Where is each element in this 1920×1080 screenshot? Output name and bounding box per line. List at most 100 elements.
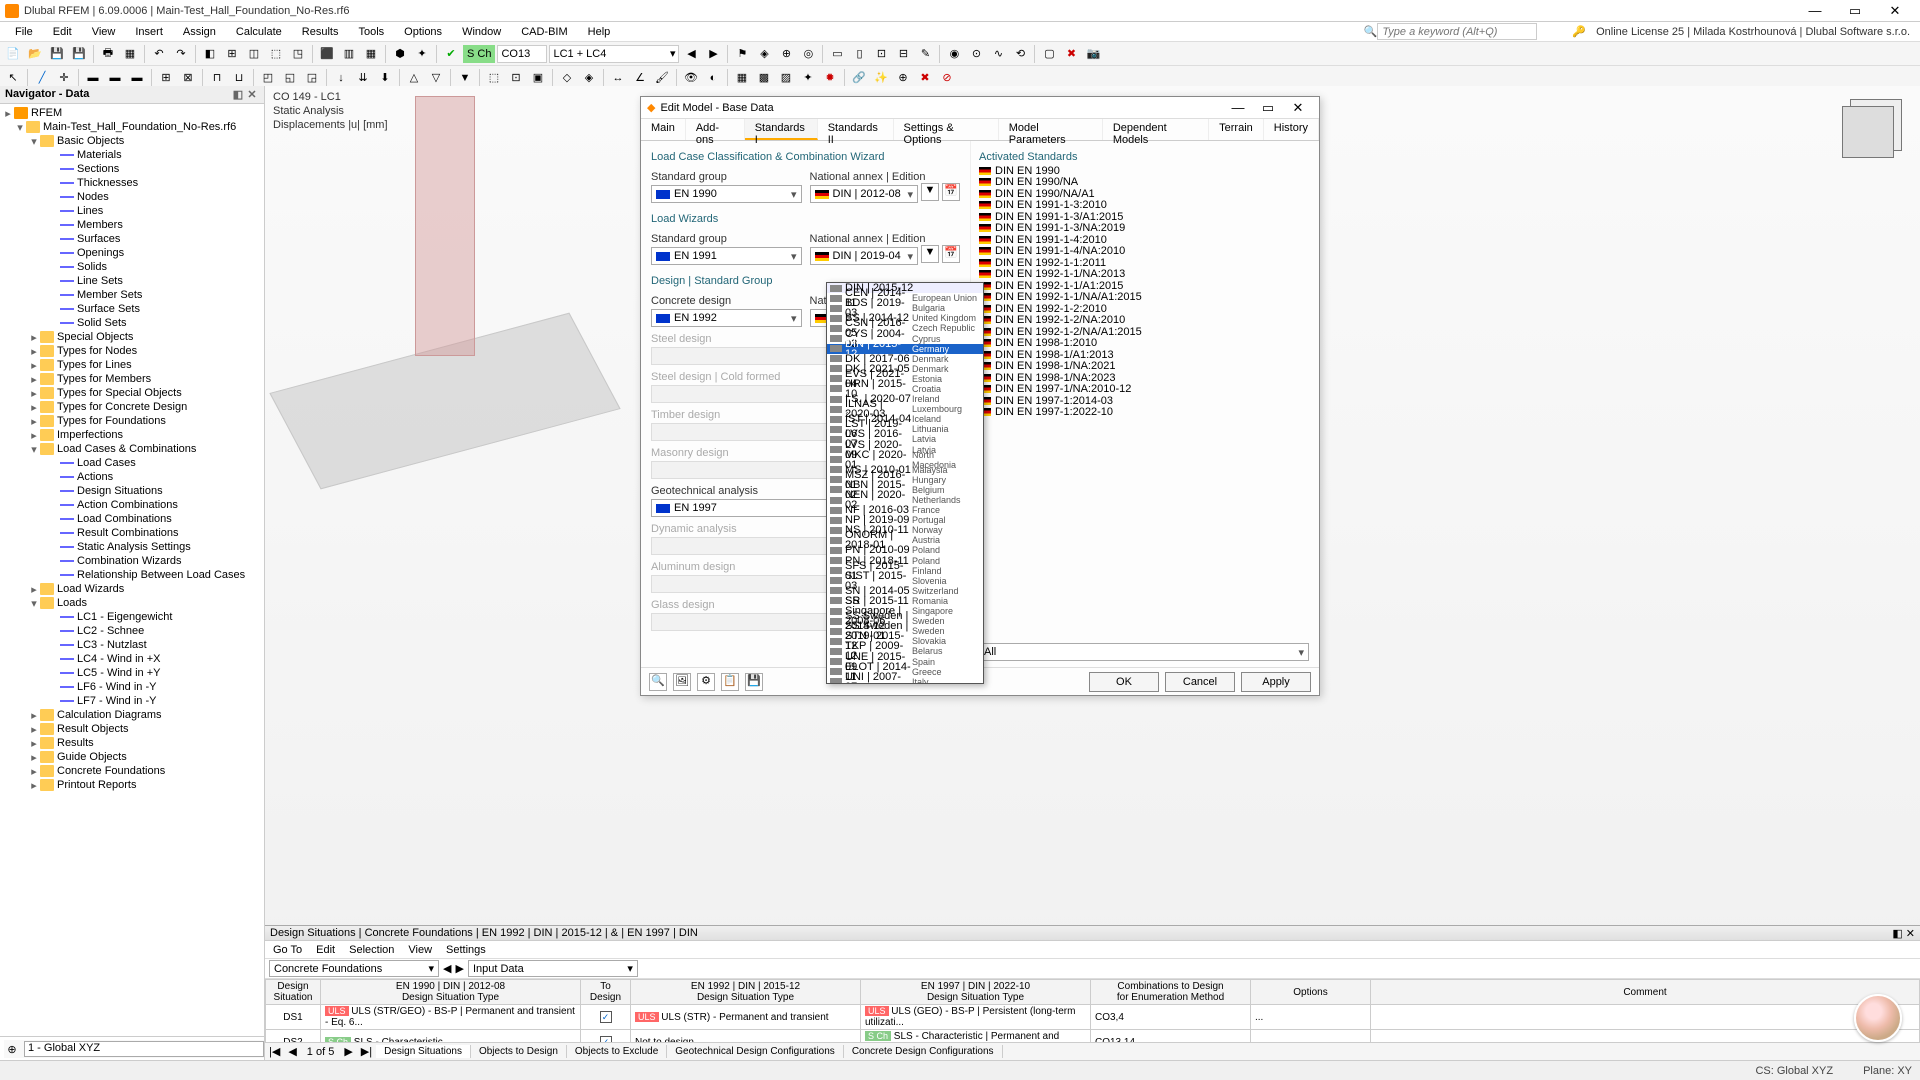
misc1-icon[interactable]: △	[404, 68, 424, 88]
line-icon[interactable]: ╱	[32, 68, 52, 88]
tree-item[interactable]: ▸Special Objects	[0, 330, 264, 344]
combo-sg1[interactable]: EN 1990▾	[651, 185, 802, 203]
tb-k[interactable]: ◈	[754, 44, 774, 64]
menu-insert[interactable]: Insert	[125, 24, 173, 40]
table-icon[interactable]: ▦	[120, 44, 140, 64]
combo-an2[interactable]: DIN | 2019-04▾	[810, 247, 919, 265]
keyword-search[interactable]	[1377, 23, 1537, 40]
bp-prev-icon[interactable]: ◀	[443, 962, 451, 975]
menu-cadbim[interactable]: CAD-BIM	[511, 24, 577, 40]
dlg-min-icon[interactable]: —	[1223, 100, 1253, 115]
tree-item[interactable]: Solid Sets	[0, 316, 264, 330]
tree-item[interactable]: Nodes	[0, 190, 264, 204]
dlg-max-icon[interactable]: ▭	[1253, 100, 1283, 116]
bp-set[interactable]: Settings	[446, 944, 486, 956]
redo-icon[interactable]: ↷	[171, 44, 191, 64]
combo-an1[interactable]: DIN | 2012-08▾	[810, 185, 919, 203]
tree-item[interactable]: LF7 - Wind in -Y	[0, 694, 264, 708]
annex-option[interactable]: UNI | 2007-07Italy	[827, 677, 983, 684]
snap-icon[interactable]: ✛	[54, 68, 74, 88]
menu-view[interactable]: View	[82, 24, 126, 40]
camera-icon[interactable]: 📷	[1083, 44, 1103, 64]
tree-item[interactable]: Load Combinations	[0, 512, 264, 526]
tb-o[interactable]: ▯	[849, 44, 869, 64]
tree-item[interactable]: ▾Main-Test_Hall_Foundation_No-Res.rf6	[0, 120, 264, 134]
nav-pin-icon[interactable]: ◧	[231, 88, 245, 101]
sec2-icon[interactable]: ⊔	[229, 68, 249, 88]
extra1-icon[interactable]: ◇	[557, 68, 577, 88]
tree-item[interactable]: Openings	[0, 246, 264, 260]
undo-icon[interactable]: ↶	[149, 44, 169, 64]
tb-e[interactable]: ◳	[288, 44, 308, 64]
load2-icon[interactable]: ⇊	[353, 68, 373, 88]
tb-v[interactable]: ⟲	[1010, 44, 1030, 64]
bp-combo2[interactable]: Input Data▾	[468, 960, 638, 977]
tree-item[interactable]: LC4 - Wind in +X	[0, 652, 264, 666]
dlg-tab[interactable]: Standards II	[818, 119, 894, 140]
maximize-button[interactable]: ▭	[1835, 3, 1875, 19]
flag-icon[interactable]: ⚑	[732, 44, 752, 64]
sel3-icon[interactable]: ▣	[528, 68, 548, 88]
menu-file[interactable]: File	[5, 24, 43, 40]
tree-item[interactable]: Lines	[0, 204, 264, 218]
tree-item[interactable]: ▸Types for Members	[0, 372, 264, 386]
tree-item[interactable]: Member Sets	[0, 288, 264, 302]
print-icon[interactable]: 🖶	[98, 44, 118, 64]
tree-item[interactable]: Actions	[0, 470, 264, 484]
bp-table[interactable]: DesignSituation EN 1990 | DIN | 2012-08D…	[265, 979, 1920, 1042]
link-icon[interactable]: 🔗	[849, 68, 869, 88]
menu-window[interactable]: Window	[452, 24, 511, 40]
navigator-tree[interactable]: ▸RFEM▾Main-Test_Hall_Foundation_No-Res.r…	[0, 104, 264, 1036]
menu-edit[interactable]: Edit	[43, 24, 82, 40]
tb-p[interactable]: ⊡	[871, 44, 891, 64]
gres3-icon[interactable]: ▨	[776, 68, 796, 88]
dlg-save-icon[interactable]: 💾	[745, 673, 763, 691]
menu-calculate[interactable]: Calculate	[226, 24, 292, 40]
bug-icon[interactable]: ✖	[1061, 44, 1081, 64]
tree-item[interactable]: Design Situations	[0, 484, 264, 498]
mat3-icon[interactable]: ▬	[127, 68, 147, 88]
tree-item[interactable]: ▸Types for Lines	[0, 358, 264, 372]
tree-item[interactable]: ▸Printout Reports	[0, 778, 264, 792]
tree-item[interactable]: ▸Result Objects	[0, 722, 264, 736]
tree-item[interactable]: ▸Results	[0, 736, 264, 750]
tree-item[interactable]: ▸Calculation Diagrams	[0, 708, 264, 722]
dlg-opt-icon[interactable]: ⚙	[697, 673, 715, 691]
save-icon[interactable]: 💾	[47, 44, 67, 64]
tree-item[interactable]: ▸Types for Foundations	[0, 414, 264, 428]
menu-help[interactable]: Help	[578, 24, 621, 40]
tree-item[interactable]: ▸Concrete Foundations	[0, 764, 264, 778]
badge-sch[interactable]: S Ch	[463, 45, 495, 63]
check-icon[interactable]: ✔	[441, 44, 461, 64]
cal2-icon[interactable]: 📅	[942, 245, 960, 263]
tree-item[interactable]: Solids	[0, 260, 264, 274]
filter-icon[interactable]: ▼	[455, 68, 475, 88]
dlg-close-icon[interactable]: ✕	[1283, 100, 1313, 116]
tree-item[interactable]: ▸Load Wizards	[0, 582, 264, 596]
tree-item[interactable]: ▸Types for Special Objects	[0, 386, 264, 400]
ang-icon[interactable]: ∠	[630, 68, 650, 88]
tb-g[interactable]: ▥	[339, 44, 359, 64]
dlg-tab[interactable]: Add-ons	[686, 119, 745, 140]
tb-l[interactable]: ⊕	[776, 44, 796, 64]
tree-item[interactable]: Combination Wizards	[0, 554, 264, 568]
filter2-icon[interactable]: ▼	[921, 245, 939, 263]
tb-u[interactable]: ∿	[988, 44, 1008, 64]
gres2-icon[interactable]: ▩	[754, 68, 774, 88]
tree-item[interactable]: LC2 - Schnee	[0, 624, 264, 638]
tree-item[interactable]: LF6 - Wind in -Y	[0, 680, 264, 694]
dlg-help-icon[interactable]: 🔍	[649, 673, 667, 691]
close-button[interactable]: ✕	[1875, 3, 1915, 19]
vis2-icon[interactable]: ◐	[703, 68, 723, 88]
tb-c[interactable]: ◫	[244, 44, 264, 64]
del-icon[interactable]: ✖	[915, 68, 935, 88]
dlg-tab[interactable]: Settings & Options	[894, 119, 999, 140]
tree-item[interactable]: LC1 - Eigengewicht	[0, 610, 264, 624]
tree-item[interactable]: ▸Guide Objects	[0, 750, 264, 764]
cube1-icon[interactable]: ◰	[258, 68, 278, 88]
misc2-icon[interactable]: ▽	[426, 68, 446, 88]
tree-item[interactable]: ▾Basic Objects	[0, 134, 264, 148]
tree-item[interactable]: Static Analysis Settings	[0, 540, 264, 554]
bp-next-icon[interactable]: ▶	[455, 962, 463, 975]
tb-i[interactable]: ⬢	[390, 44, 410, 64]
